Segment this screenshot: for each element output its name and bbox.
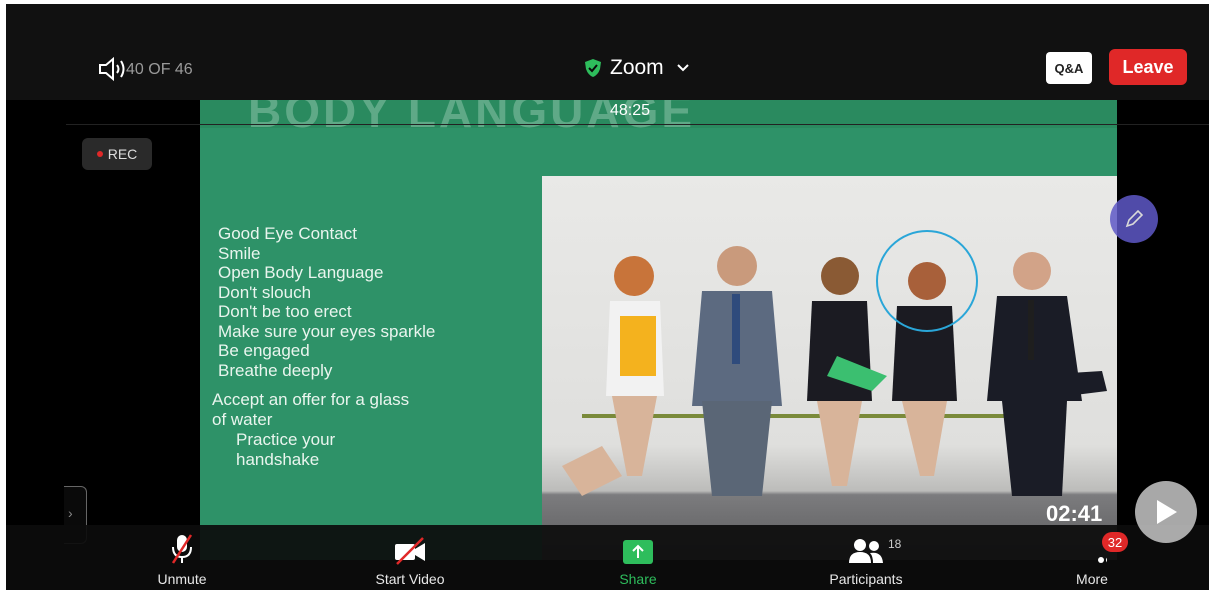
shield-icon	[585, 59, 601, 77]
mic-muted-icon	[171, 534, 193, 564]
participants-count: 18	[888, 537, 902, 551]
start-video-button[interactable]: Start Video	[350, 533, 470, 587]
more-button[interactable]: More	[1032, 533, 1152, 587]
divider	[66, 124, 1209, 125]
slide-page-count: 40 OF 46	[126, 61, 193, 78]
video-off-icon	[395, 537, 425, 565]
slide-bullet: Make sure your eyes sparkle	[218, 321, 436, 341]
pencil-icon	[1125, 209, 1144, 228]
slide-bullet: Don't slouch	[218, 282, 312, 302]
participants-label: Participants	[829, 571, 903, 587]
slide-photo	[542, 176, 1117, 560]
meeting-title-dropdown[interactable]: Zoom	[584, 56, 690, 80]
meeting-toolbar: Unmute Start Video Share Participants 18…	[6, 525, 1209, 590]
slide-bullet: Don't be too erect	[218, 302, 352, 321]
play-button[interactable]	[1135, 481, 1197, 543]
meeting-top-bar: 40 OF 46 Zoom Q&A Leave	[6, 4, 1209, 100]
playback-time: 02:41	[1046, 501, 1103, 526]
start-video-label: Start Video	[375, 571, 445, 587]
slide-bullet: Open Body Language	[218, 263, 384, 282]
slide-extra-line: Accept an offer for a glass	[212, 390, 410, 409]
slide-bullet: Good Eye Contact	[218, 224, 357, 243]
meeting-title: Zoom	[610, 56, 664, 79]
meeting-screen: BODY LANGUAGE Good Eye Contact Smile Ope…	[6, 4, 1209, 590]
interview-candidates-illustration	[562, 230, 1107, 496]
slide-extra-line: of water	[212, 410, 273, 429]
slide-bullet: Breathe deeply	[218, 360, 333, 380]
participants-icon	[849, 539, 883, 563]
more-notification-badge: 32	[1102, 532, 1128, 552]
participants-button[interactable]: Participants	[806, 533, 926, 587]
recording-badge[interactable]: REC	[82, 138, 152, 170]
share-arrow-icon	[623, 540, 653, 564]
slide-bullet: Be engaged	[218, 341, 310, 360]
chevron-down-icon	[676, 64, 689, 72]
share-button[interactable]: Share	[578, 533, 698, 587]
qa-button[interactable]: Q&A	[1046, 52, 1092, 84]
slide-bullet: Smile	[218, 243, 261, 263]
recording-dot-icon	[96, 151, 103, 157]
leave-button[interactable]: Leave	[1109, 49, 1187, 85]
play-icon	[1157, 500, 1177, 524]
unmute-button[interactable]: Unmute	[122, 533, 242, 587]
annotate-button[interactable]	[1110, 195, 1158, 243]
slide-bullet-list: Good Eye Contact Smile Open Body Languag…	[218, 224, 435, 380]
more-dots-icon	[1098, 557, 1107, 563]
slide-extra-line: handshake	[236, 450, 320, 469]
share-label: Share	[619, 571, 657, 587]
more-label: More	[1076, 571, 1108, 587]
chevron-right-icon: ›	[68, 505, 73, 521]
slide-extra-text: Accept an offer for a glass of water Pra…	[212, 390, 409, 470]
recording-label: REC	[107, 146, 138, 162]
unmute-label: Unmute	[157, 571, 207, 587]
shared-slide: BODY LANGUAGE Good Eye Contact Smile Ope…	[200, 100, 1117, 560]
slide-extra-line: Practice your	[236, 430, 336, 449]
meeting-timer: 48:25	[610, 102, 651, 119]
